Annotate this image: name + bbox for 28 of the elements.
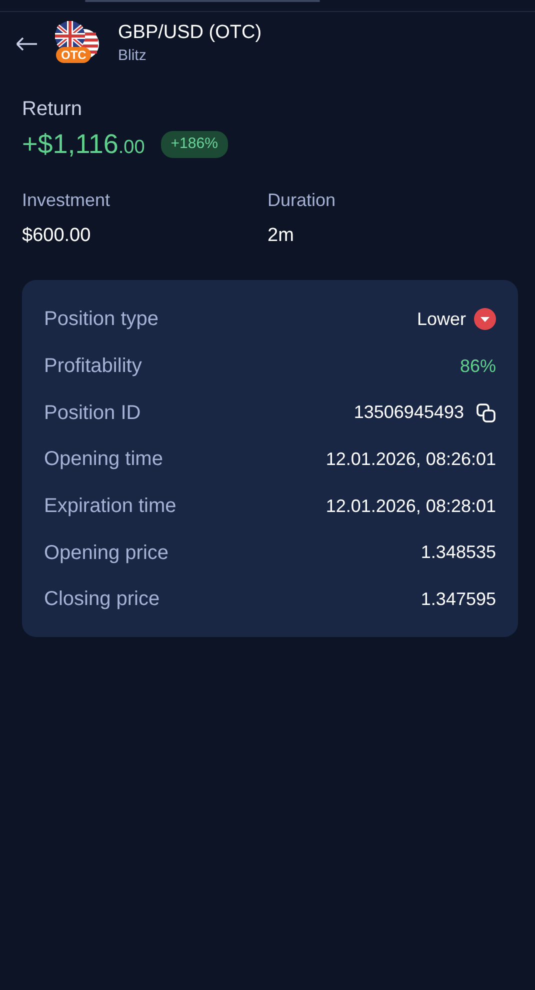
asset-title: GBP/USD (OTC) bbox=[118, 20, 262, 45]
detail-value: 12.01.2026, 08:28:01 bbox=[326, 494, 496, 518]
otc-badge: OTC bbox=[56, 47, 92, 63]
return-cents: .00 bbox=[118, 136, 145, 160]
return-label: Return bbox=[22, 97, 84, 122]
detail-label: Closing price bbox=[44, 587, 160, 612]
drag-handle[interactable] bbox=[85, 0, 320, 2]
detail-value: 1.348535 bbox=[420, 541, 496, 564]
copy-icon[interactable] bbox=[476, 402, 496, 423]
detail-label: Opening time bbox=[44, 447, 163, 472]
summary-value: 2m bbox=[268, 224, 295, 248]
detail-label: Opening price bbox=[44, 540, 169, 566]
detail-label: Position ID bbox=[44, 400, 141, 426]
detail-label: Expiration time bbox=[44, 494, 176, 520]
detail-value: 12.01.2026, 08:26:01 bbox=[326, 448, 496, 471]
detail-value: Lower bbox=[416, 308, 466, 331]
return-amount: +$1,116 bbox=[22, 128, 118, 161]
detail-label: Position type bbox=[44, 307, 159, 332]
detail-label: Profitability bbox=[44, 354, 142, 380]
return-percent-badge: +186% bbox=[160, 131, 228, 158]
summary-label: Investment bbox=[22, 188, 112, 212]
summary-label: Duration bbox=[268, 188, 337, 212]
summary-value: $600.00 bbox=[22, 224, 92, 248]
mode-label: Blitz bbox=[118, 46, 148, 66]
detail-value: 1.347595 bbox=[420, 588, 496, 611]
detail-value: 86% bbox=[460, 354, 496, 378]
back-arrow-icon[interactable] bbox=[16, 37, 38, 51]
detail-value: 13506945493 bbox=[354, 401, 464, 424]
